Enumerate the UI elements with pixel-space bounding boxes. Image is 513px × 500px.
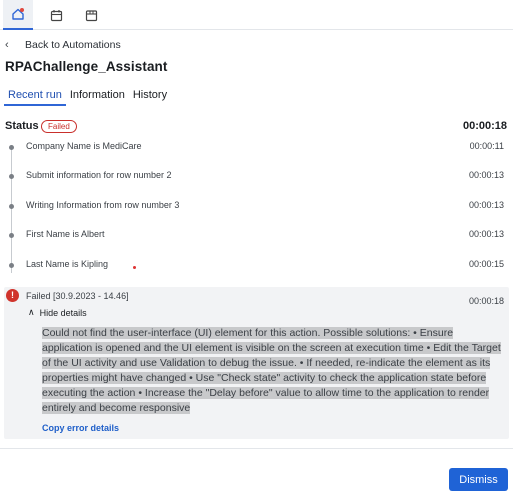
error-panel: ! Failed [30.9.2023 - 14.46] 00:00:18 ∧ … — [4, 287, 509, 439]
tab-history[interactable]: History — [129, 88, 171, 106]
error-icon: ! — [6, 289, 19, 302]
calendar-icon — [50, 9, 63, 22]
step-time: 00:00:13 — [468, 229, 504, 239]
error-title: Failed [30.9.2023 - 14.46] — [26, 291, 129, 301]
status-badge: Failed — [41, 120, 77, 133]
back-to-automations-link[interactable]: ‹ Back to Automations — [5, 37, 121, 53]
timeline-step: Last Name is Kipling 00:00:15 — [0, 259, 513, 275]
timeline-step: Writing Information from row number 3 00… — [0, 200, 513, 216]
tab-recent-run[interactable]: Recent run — [4, 88, 66, 106]
step-dot — [9, 145, 14, 150]
status-label: Status — [5, 120, 39, 132]
copy-error-details-link[interactable]: Copy error details — [42, 423, 119, 433]
hide-details-toggle[interactable]: ∧ Hide details — [28, 307, 87, 318]
back-label: Back to Automations — [25, 39, 121, 51]
step-text: Writing Information from row number 3 — [26, 200, 180, 210]
step-text: First Name is Albert — [26, 229, 105, 239]
chevron-left-icon: ‹ — [5, 39, 9, 51]
tab-information[interactable]: Information — [66, 88, 129, 106]
error-message-text: Could not find the user-interface (UI) e… — [42, 327, 501, 414]
total-duration: 00:00:18 — [462, 120, 507, 132]
step-text: Submit information for row number 2 — [26, 170, 172, 180]
dismiss-button[interactable]: Dismiss — [449, 468, 508, 491]
footer-divider — [0, 448, 513, 449]
timeline-step: First Name is Albert 00:00:13 — [0, 229, 513, 245]
step-text: Last Name is Kipling — [26, 259, 109, 269]
step-time: 00:00:13 — [468, 170, 504, 180]
calendar-nav-button[interactable] — [41, 0, 71, 30]
cursor-marker — [133, 266, 136, 269]
timeline-step: Submit information for row number 2 00:0… — [0, 170, 513, 186]
chevron-up-icon: ∧ — [28, 307, 35, 317]
step-time: 00:00:11 — [469, 141, 504, 151]
home-icon — [11, 7, 25, 21]
tab-bar: Recent run Information History — [4, 88, 171, 106]
home-nav-button[interactable] — [3, 0, 33, 30]
step-dot — [9, 204, 14, 209]
step-text: Company Name is MediCare — [26, 141, 142, 151]
step-time: 00:00:13 — [468, 200, 504, 210]
store-icon — [85, 9, 98, 22]
page-title: RPAChallenge_Assistant — [5, 59, 168, 74]
step-dot — [9, 233, 14, 238]
error-message: Could not find the user-interface (UI) e… — [42, 326, 504, 416]
step-dot — [9, 174, 14, 179]
status-row: Status Failed 00:00:18 — [0, 116, 513, 138]
top-nav — [0, 0, 513, 30]
step-time: 00:00:15 — [468, 259, 504, 269]
error-time: 00:00:18 — [468, 296, 504, 306]
hide-details-label: Hide details — [39, 307, 87, 318]
store-nav-button[interactable] — [76, 0, 106, 30]
run-timeline: Company Name is MediCare 00:00:11 Submit… — [0, 141, 513, 283]
timeline-step: Company Name is MediCare 00:00:11 — [0, 141, 513, 157]
step-dot — [9, 263, 14, 268]
